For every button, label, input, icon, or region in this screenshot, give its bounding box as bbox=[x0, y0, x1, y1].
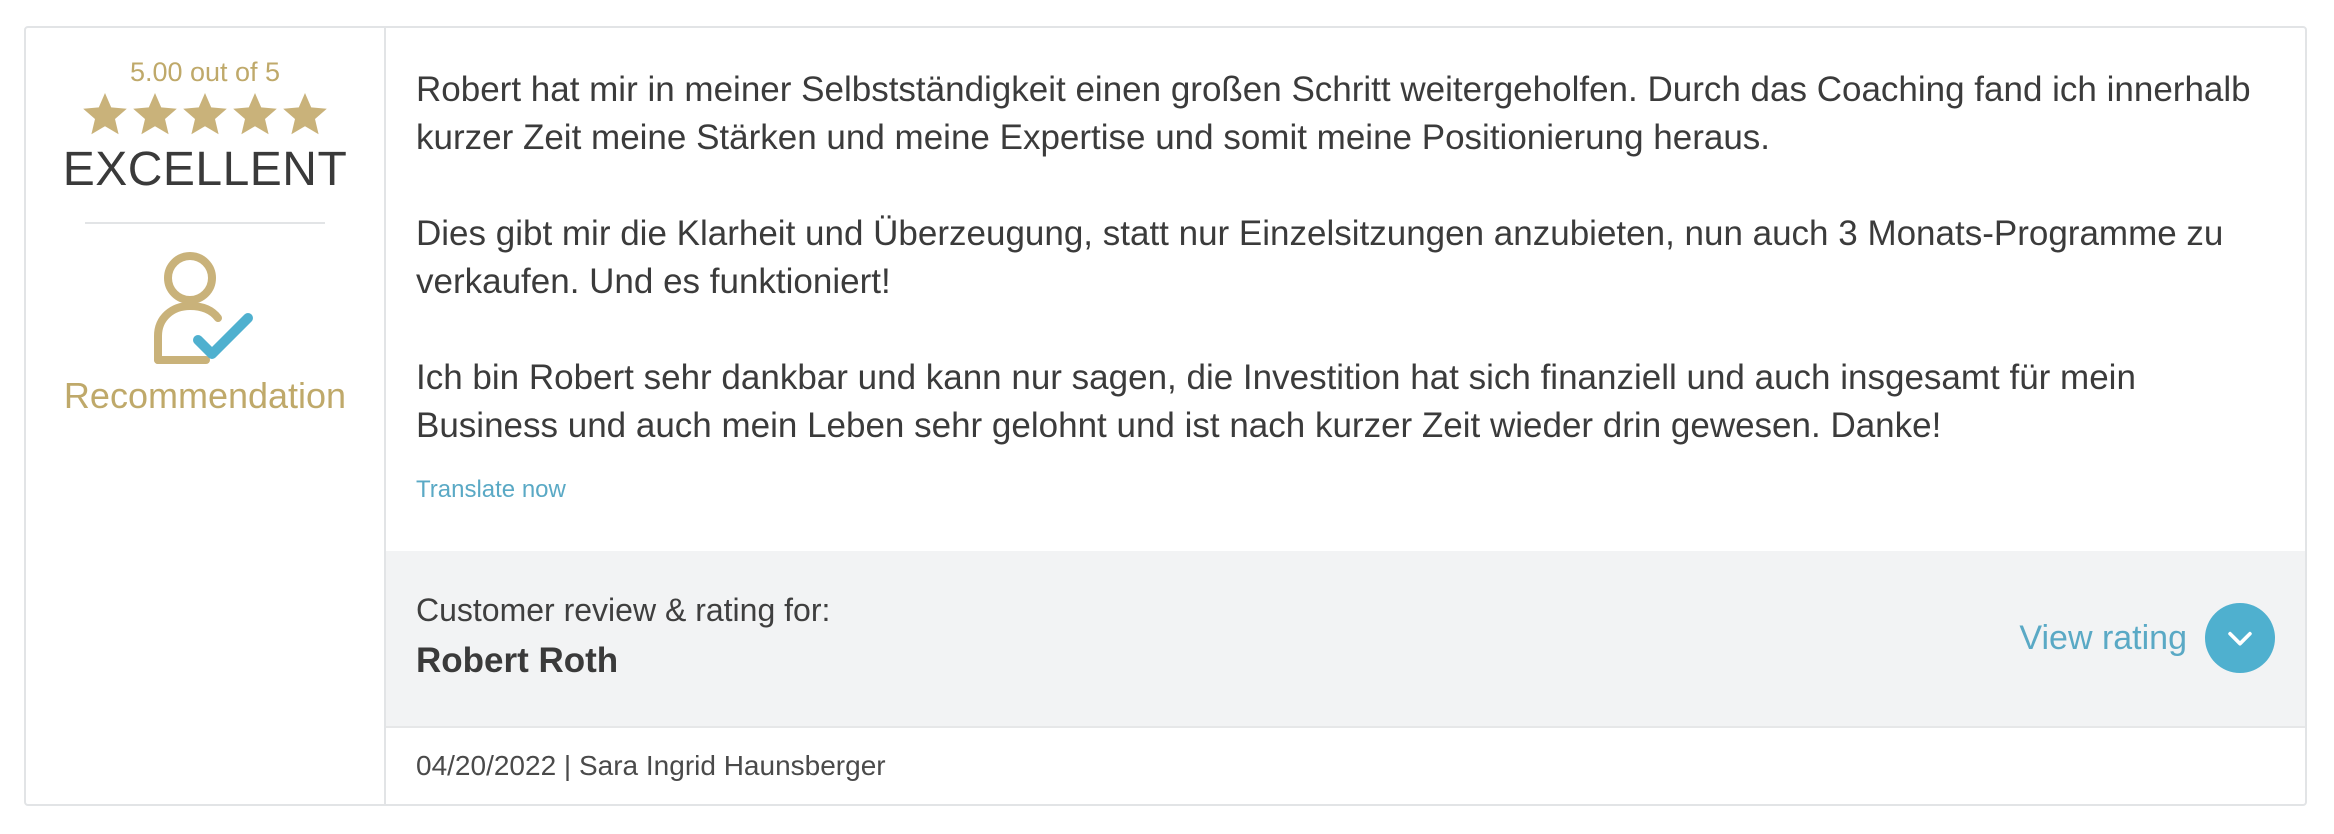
divider bbox=[85, 222, 325, 224]
star-icon bbox=[231, 90, 279, 138]
rating-score: 5.00 out of 5 bbox=[129, 57, 281, 87]
rating-grade: EXCELLENT bbox=[62, 143, 348, 196]
recommendation-label: Recommendation bbox=[63, 375, 347, 416]
review-body: Robert hat mir in meiner Selbstständigke… bbox=[386, 28, 2305, 551]
review-meta: 04/20/2022 | Sara Ingrid Haunsberger bbox=[386, 726, 2305, 804]
translate-link[interactable]: Translate now bbox=[416, 476, 566, 504]
review-paragraph: Ich bin Robert sehr dankbar und kann nur… bbox=[416, 358, 2136, 445]
person-check-icon bbox=[150, 248, 260, 368]
star-icon bbox=[81, 90, 129, 138]
subject-name: Robert Roth bbox=[416, 641, 619, 681]
subject-info: Customer review & rating for: Robert Rot… bbox=[416, 590, 830, 686]
review-paragraph: Robert hat mir in meiner Selbstständigke… bbox=[416, 70, 2251, 157]
review-paragraph: Dies gibt mir die Klarheit und Überzeugu… bbox=[416, 214, 2224, 301]
star-icon bbox=[131, 90, 179, 138]
subject-caption: Customer review & rating for: bbox=[416, 592, 831, 629]
star-icon bbox=[281, 90, 329, 138]
view-rating-button[interactable]: View rating bbox=[2019, 603, 2275, 674]
review-subject: Customer review & rating for: Robert Rot… bbox=[386, 550, 2305, 727]
view-rating-label[interactable]: View rating bbox=[2019, 619, 2187, 658]
rating-summary: 5.00 out of 5 EXCELLENT Recommendation bbox=[26, 28, 386, 804]
star-icon bbox=[181, 90, 229, 138]
review-content: Robert hat mir in meiner Selbstständigke… bbox=[386, 28, 2305, 804]
chevron-down-icon[interactable] bbox=[2205, 603, 2275, 674]
review-card: 5.00 out of 5 EXCELLENT Recommendation R… bbox=[24, 26, 2307, 806]
star-rating bbox=[81, 90, 329, 138]
